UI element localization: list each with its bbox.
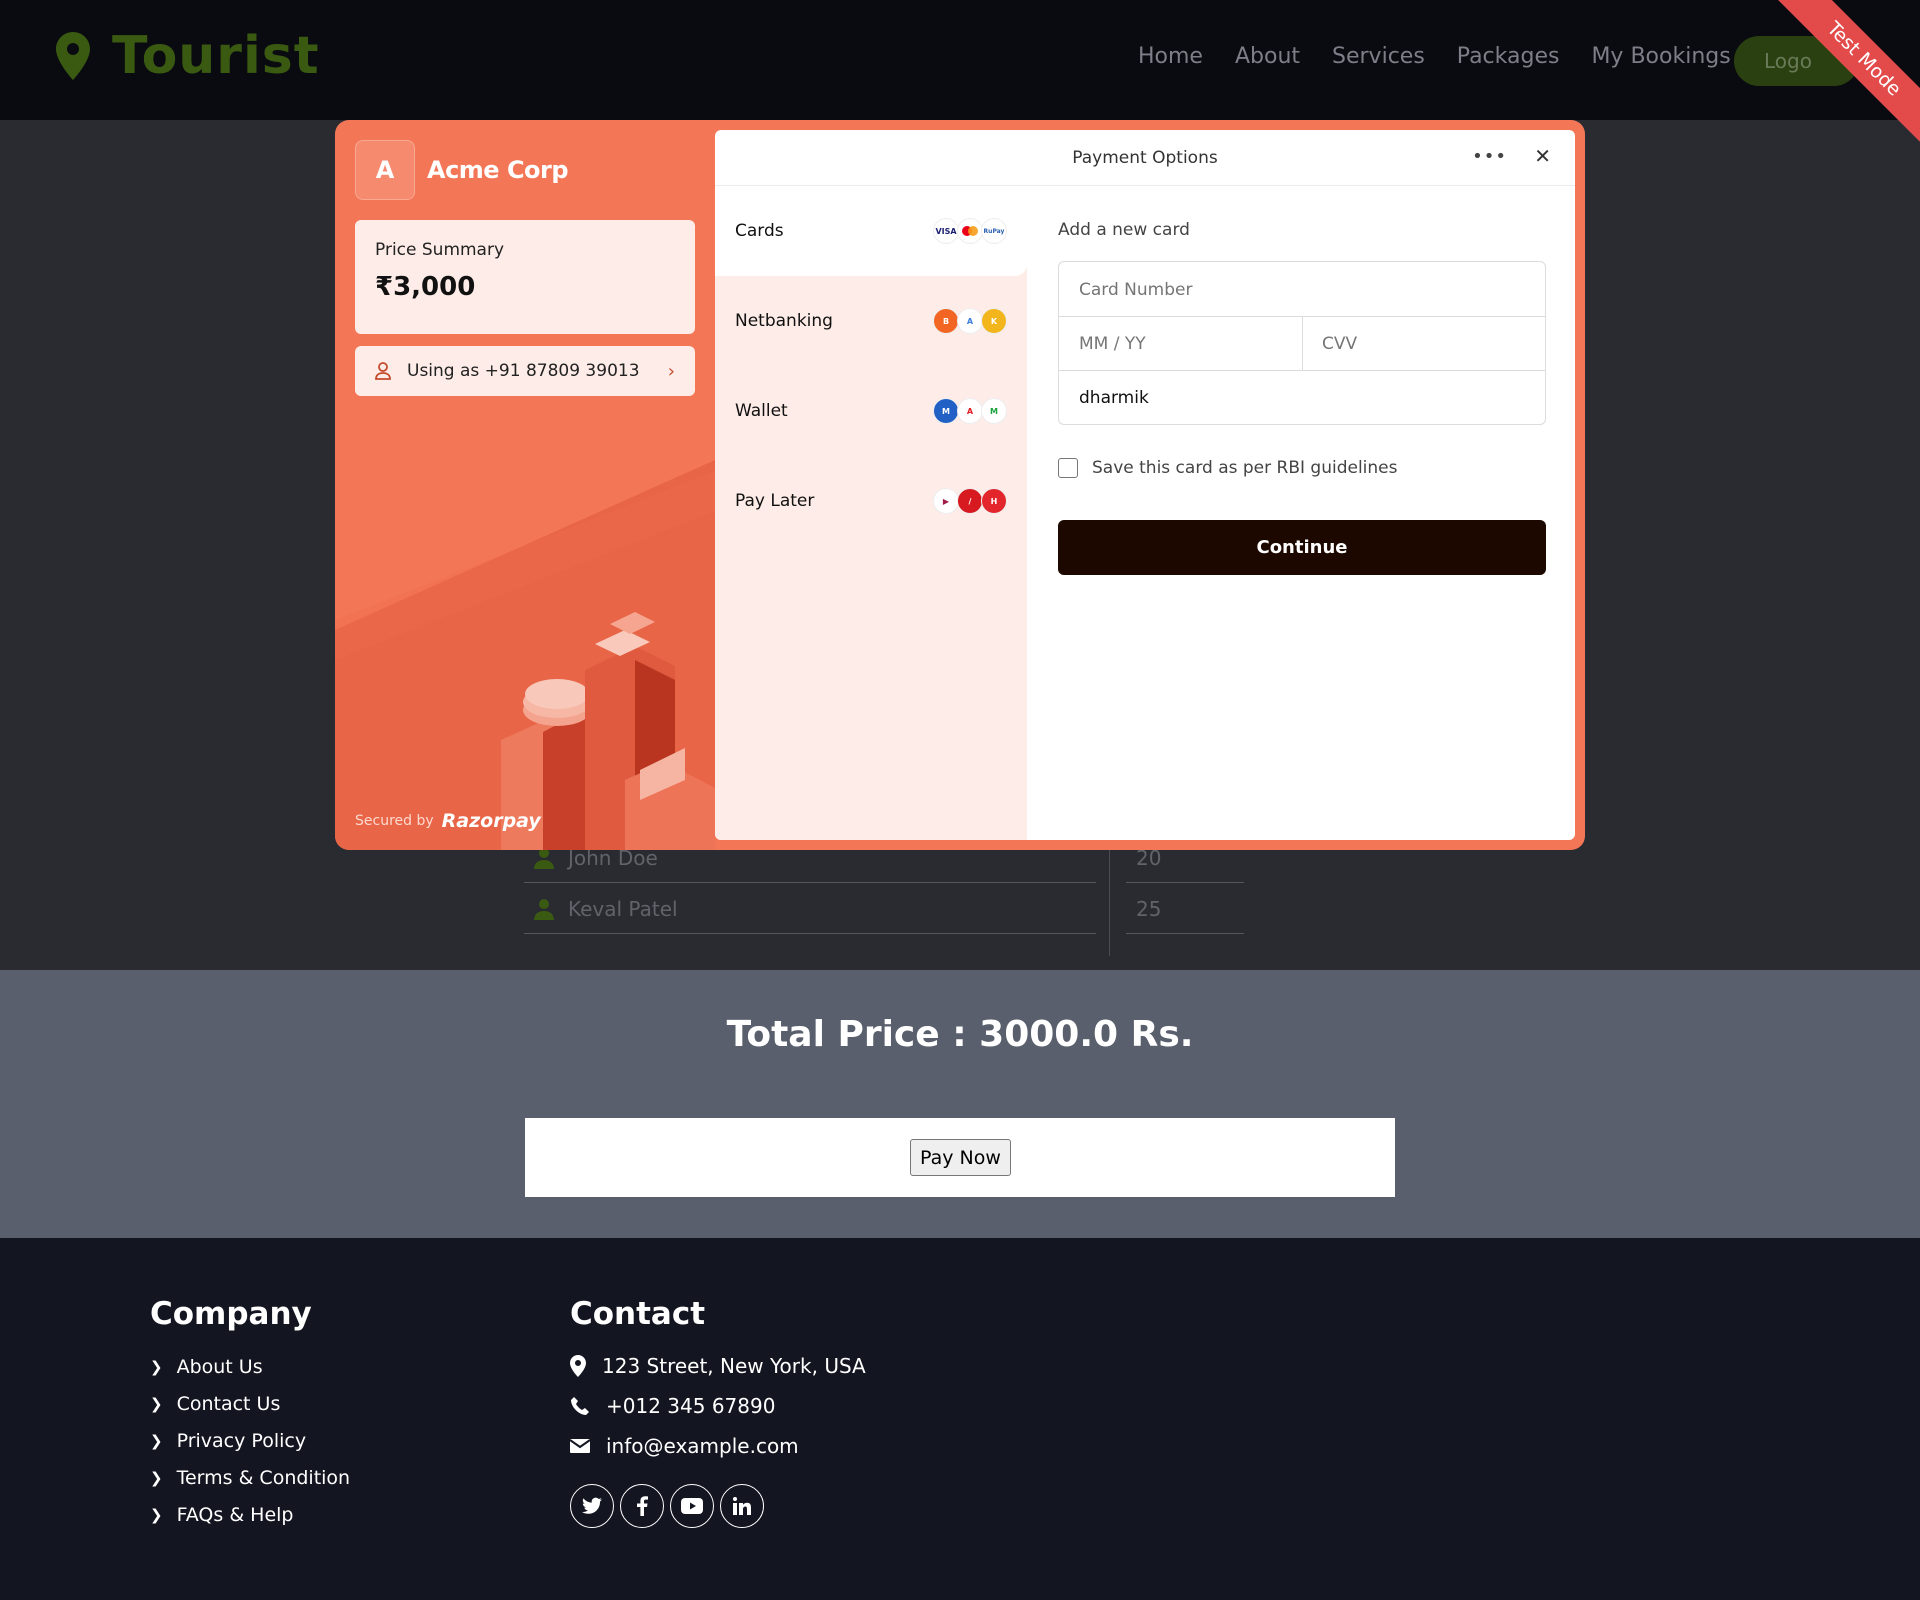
wallet-icon: M [981,398,1007,424]
social-links [570,1484,764,1528]
secured-by: Secured by Razorpay [355,810,541,832]
bank-icon: K [981,308,1007,334]
youtube-icon[interactable] [670,1484,714,1528]
payment-methods-list: Cards VISA RuPay Netbanking B A K Wallet [715,186,1027,840]
footer-phone: +012 345 67890 [570,1394,775,1418]
nav-link-home[interactable]: Home [1138,44,1203,69]
continue-button[interactable]: Continue [1058,520,1546,575]
nav-link-about[interactable]: About [1235,44,1300,69]
wallet-icon: A [957,398,983,424]
method-cards[interactable]: Cards VISA RuPay [715,186,1027,276]
cvv-input[interactable] [1322,330,1522,358]
card-input-group [1058,261,1546,425]
total-price: Total Price : 3000.0 Rs. [726,1014,1194,1055]
facebook-icon[interactable] [620,1484,664,1528]
footer-contact-title: Contact [570,1296,706,1332]
pay-now-button[interactable]: Pay Now [910,1139,1011,1176]
razorpay-checkout-modal: A Acme Corp Price Summary ₹3,000 Using a… [335,120,1585,850]
footer-company-title: Company [150,1296,312,1332]
chevron-right-icon: ❯ [150,1358,163,1376]
pay-later-icon: ▶ [933,488,959,514]
chevron-right-icon: › [667,360,675,382]
person-icon [534,898,554,920]
more-options-icon[interactable]: ••• [1472,146,1507,167]
merchant-name: Acme Corp [427,156,569,184]
cardholder-name-input[interactable] [1079,384,1519,412]
mastercard-icon [957,218,983,244]
nav-link-services[interactable]: Services [1332,44,1425,69]
rupay-icon: RuPay [981,218,1007,244]
linkedin-icon[interactable] [720,1484,764,1528]
method-netbanking[interactable]: Netbanking B A K [715,276,1027,366]
twitter-icon[interactable] [570,1484,614,1528]
divider [1302,316,1303,370]
chevron-right-icon: ❯ [150,1395,163,1413]
divider [1059,370,1545,371]
nav-link-my-bookings[interactable]: My Bookings [1591,44,1730,69]
card-network-icons: VISA RuPay [933,218,1007,244]
footer-email: info@example.com [570,1434,799,1458]
nav-links: Home About Services Packages My Bookings [1138,44,1731,69]
card-number-input[interactable] [1079,276,1519,304]
method-wallet[interactable]: Wallet M A M [715,366,1027,456]
map-pin-icon [56,32,90,80]
user-icon [375,362,391,380]
bank-icon: B [933,308,959,334]
price-summary-card: Price Summary ₹3,000 [355,220,695,334]
attendee-age: 25 [1126,884,1244,934]
pay-later-icon: / [957,488,983,514]
add-card-title: Add a new card [1058,220,1190,240]
footer-link-about[interactable]: ❯ About Us [150,1356,263,1378]
footer-address: 123 Street, New York, USA [570,1354,866,1378]
close-icon[interactable]: ✕ [1534,144,1551,168]
attendee-name: Keval Patel [568,896,678,921]
merchant-avatar: A [355,140,415,200]
wallet-icon: M [933,398,959,424]
using-as-label: Using as +91 87809 39013 [407,361,640,381]
payment-options-panel: Payment Options ••• ✕ Cards VISA RuPay N… [715,130,1575,840]
bank-icons: B A K [933,308,1007,334]
checkout-sidebar: A Acme Corp Price Summary ₹3,000 Using a… [335,120,715,850]
razorpay-logo: Razorpay [441,810,541,832]
pay-later-icon: H [981,488,1007,514]
map-marker-icon [570,1355,586,1377]
pay-later-icons: ▶ / H [933,488,1007,514]
payment-options-title: Payment Options [1072,147,1218,168]
top-navbar: Tourist Home About Services Packages My … [0,0,1920,120]
pay-now-container: Pay Now [525,1118,1395,1197]
expiry-input[interactable] [1079,330,1279,358]
footer-link-privacy[interactable]: ❯ Privacy Policy [150,1430,306,1452]
bank-icon: A [957,308,983,334]
payment-options-header: Payment Options ••• ✕ [715,130,1575,186]
save-card-label: Save this card as per RBI guidelines [1092,458,1398,478]
phone-icon [571,1397,589,1415]
footer-link-contact[interactable]: ❯ Contact Us [150,1393,280,1415]
price-summary-label: Price Summary [375,240,505,260]
footer-link-terms[interactable]: ❯ Terms & Condition [150,1467,350,1489]
footer [0,1238,1920,1600]
wallet-icons: M A M [933,398,1007,424]
contact-details-button[interactable]: Using as +91 87809 39013 › [355,346,695,396]
nav-link-packages[interactable]: Packages [1457,44,1560,69]
visa-icon: VISA [933,218,959,244]
merchant-header: A Acme Corp [355,140,569,200]
envelope-icon [570,1439,590,1453]
table-row: Keval Patel [524,884,1096,934]
footer-link-faqs[interactable]: ❯ FAQs & Help [150,1504,294,1526]
chevron-right-icon: ❯ [150,1469,163,1487]
method-pay-later[interactable]: Pay Later ▶ / H [715,456,1027,546]
price-summary-amount: ₹3,000 [375,272,476,302]
brand-name: Tourist [112,26,320,86]
checkbox[interactable] [1058,458,1078,478]
brand[interactable]: Tourist [56,26,320,86]
chevron-right-icon: ❯ [150,1506,163,1524]
price-section [0,970,1920,1238]
chevron-right-icon: ❯ [150,1432,163,1450]
save-card-checkbox[interactable]: Save this card as per RBI guidelines [1058,458,1398,478]
table-divider [1109,848,1110,956]
